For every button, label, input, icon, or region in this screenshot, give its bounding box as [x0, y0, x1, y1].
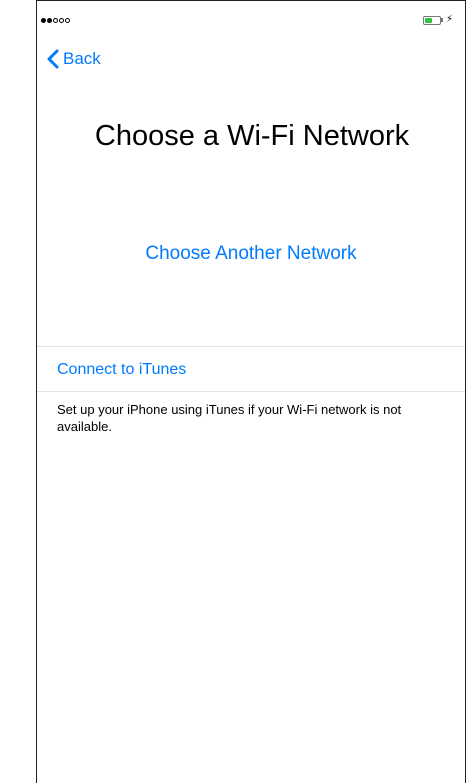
- chevron-left-icon: [47, 49, 59, 69]
- phone-screen: ⚡ Back Choose a Wi-Fi Network Choose Ano…: [36, 0, 466, 783]
- battery-level: [424, 17, 433, 23]
- battery-shell: [422, 15, 441, 25]
- signal-dot: [59, 18, 64, 23]
- signal-dot: [65, 18, 70, 23]
- signal-strength-icon: [41, 18, 70, 23]
- status-bar: ⚡: [37, 1, 465, 37]
- choose-another-network-button[interactable]: Choose Another Network: [37, 241, 465, 267]
- divider: [37, 391, 465, 392]
- signal-dot: [53, 18, 58, 23]
- back-label: Back: [63, 49, 101, 68]
- signal-dot: [41, 18, 46, 23]
- divider: [37, 346, 465, 347]
- battery-icon: ⚡: [422, 14, 453, 25]
- connect-to-itunes-button[interactable]: Connect to iTunes: [57, 359, 186, 381]
- signal-dot: [47, 18, 52, 23]
- charging-bolt-icon: ⚡: [445, 14, 453, 25]
- page-title: Choose a Wi-Fi Network: [94, 120, 410, 153]
- battery-tip: [440, 18, 443, 22]
- itunes-help-text: Set up your iPhone using iTunes if your …: [57, 402, 402, 434]
- back-button[interactable]: Back: [47, 47, 101, 71]
